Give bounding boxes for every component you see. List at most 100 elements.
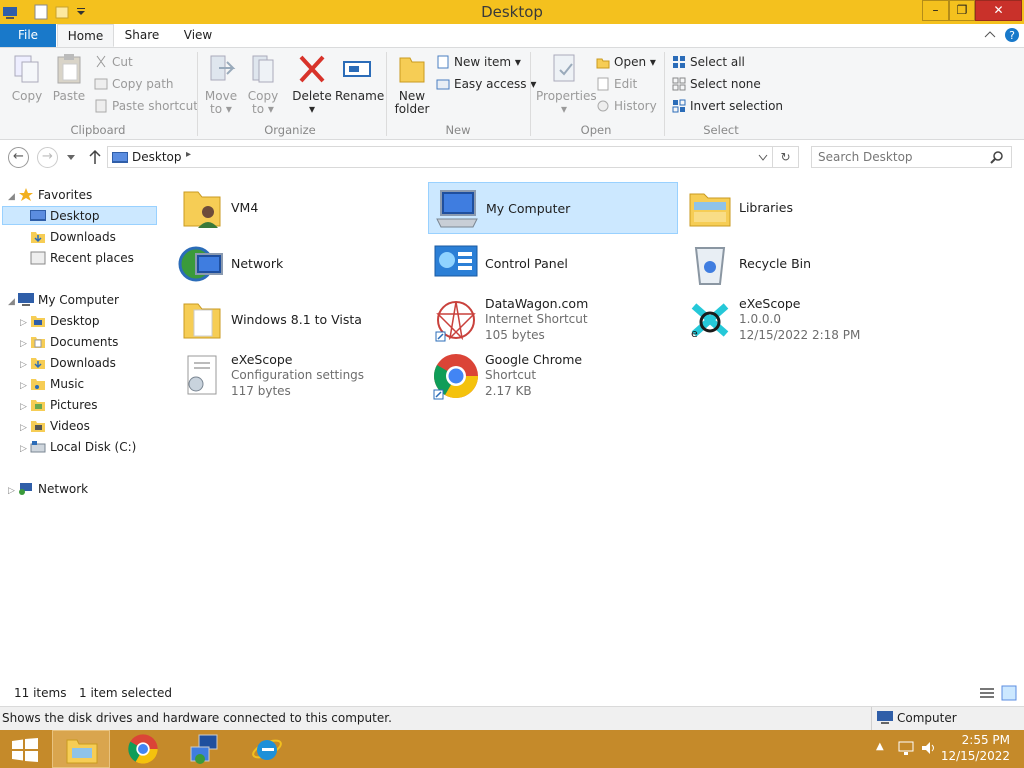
- search-icon[interactable]: [990, 151, 1004, 165]
- organize-group-label: Organize: [264, 123, 316, 137]
- delete-icon: [299, 55, 325, 83]
- info-divider: [871, 707, 872, 730]
- easy-access-button[interactable]: Easy access ▾: [436, 75, 536, 93]
- new-item-button[interactable]: New item ▾: [436, 53, 521, 71]
- taskbar-internet-explorer[interactable]: [238, 730, 296, 768]
- item-type: Internet Shortcut: [485, 312, 588, 326]
- invert-selection-button[interactable]: Invert selection: [672, 97, 783, 115]
- rename-button[interactable]: Rename: [335, 52, 384, 103]
- new-folder-icon: [399, 57, 425, 83]
- address-bar[interactable]: Desktop ▸: [107, 146, 773, 168]
- item-windows-81-to-vista[interactable]: Windows 8.1 to Vista: [174, 294, 424, 346]
- tree-favorites-downloads[interactable]: Downloads: [30, 228, 116, 247]
- breadcrumb-chevron-icon[interactable]: ▸: [186, 149, 191, 160]
- expand-icon[interactable]: ▷: [20, 419, 30, 438]
- up-arrow-icon[interactable]: [88, 149, 102, 165]
- tree-my-computer[interactable]: ◢ My Computer: [8, 291, 119, 310]
- history-icon: [597, 100, 609, 112]
- delete-button[interactable]: Delete ▾: [292, 52, 332, 116]
- item-exescope-config[interactable]: eXeScope Configuration settings 117 byte…: [174, 350, 424, 402]
- tree-pc-music[interactable]: ▷ Music: [20, 375, 84, 394]
- new-folder-button[interactable]: New folder: [391, 52, 433, 116]
- item-datawagon[interactable]: DataWagon.com Internet Shortcut 105 byte…: [428, 294, 678, 346]
- clock[interactable]: 2:55 PM 12/15/2022: [941, 732, 1010, 764]
- expand-icon[interactable]: ▷: [8, 482, 18, 501]
- back-button[interactable]: ←: [8, 147, 29, 168]
- rename-icon: [343, 61, 371, 77]
- expand-icon[interactable]: ▷: [20, 356, 30, 375]
- refresh-button[interactable]: ↻: [773, 146, 799, 168]
- tree-pc-downloads[interactable]: ▷ Downloads: [20, 354, 116, 373]
- expand-ribbon-icon[interactable]: [984, 30, 996, 40]
- search-input[interactable]: [811, 146, 1012, 168]
- minimize-button[interactable]: –: [922, 0, 949, 21]
- star-icon: [19, 188, 33, 201]
- computer-icon: [18, 293, 34, 306]
- tree-pc-desktop[interactable]: ▷ Desktop: [20, 312, 100, 331]
- open-button[interactable]: Open ▾: [596, 53, 656, 71]
- expand-icon[interactable]: ▷: [20, 398, 30, 417]
- select-none-button[interactable]: Select none: [672, 75, 761, 93]
- clipboard-group-label: Clipboard: [70, 123, 126, 137]
- tab-file[interactable]: File: [0, 24, 56, 47]
- tree-pc-local-disk[interactable]: ▷ Local Disk (C:): [20, 438, 136, 457]
- close-button[interactable]: ✕: [975, 0, 1022, 21]
- volume-icon[interactable]: [921, 740, 937, 756]
- collapse-icon[interactable]: ◢: [8, 293, 18, 312]
- item-vm4[interactable]: VM4: [174, 182, 424, 234]
- show-hidden-icons-icon[interactable]: ▲: [876, 741, 884, 752]
- properties-button[interactable]: Properties ▾: [536, 52, 597, 116]
- tab-home[interactable]: Home: [57, 24, 114, 47]
- tree-pc-videos[interactable]: ▷ Videos: [20, 417, 90, 436]
- expand-icon[interactable]: ▷: [20, 314, 30, 333]
- tab-share[interactable]: Share: [118, 24, 166, 47]
- taskbar-network-setup[interactable]: [176, 730, 234, 768]
- cut-button[interactable]: Cut: [94, 53, 133, 71]
- tree-favorites-recent-places[interactable]: Recent places: [30, 249, 134, 268]
- item-network[interactable]: Network: [174, 238, 424, 290]
- move-to-button[interactable]: Move to ▾: [203, 52, 239, 116]
- taskbar-chrome[interactable]: [114, 730, 172, 768]
- tree-network[interactable]: ▷ Network: [8, 480, 88, 499]
- collapse-icon[interactable]: ◢: [8, 188, 18, 207]
- paste-button[interactable]: Paste: [50, 52, 88, 103]
- network-icon: [19, 483, 32, 495]
- taskbar-file-explorer[interactable]: [52, 730, 110, 768]
- item-recycle-bin[interactable]: Recycle Bin: [682, 238, 932, 290]
- tree-pc-pictures[interactable]: ▷ Pictures: [20, 396, 98, 415]
- address-dropdown-icon[interactable]: [758, 154, 768, 162]
- help-icon[interactable]: ?: [1004, 27, 1020, 43]
- tree-favorites-desktop[interactable]: Desktop: [2, 206, 157, 225]
- item-libraries[interactable]: Libraries: [682, 182, 932, 234]
- item-my-computer[interactable]: My Computer: [428, 182, 678, 234]
- expand-icon[interactable]: ▷: [20, 440, 30, 459]
- copy-path-button[interactable]: Copy path: [94, 75, 174, 93]
- paste-shortcut-button[interactable]: Paste shortcut: [94, 97, 198, 115]
- network-tray-icon[interactable]: [898, 740, 914, 756]
- tab-view[interactable]: View: [176, 24, 220, 47]
- details-view-icon[interactable]: [979, 686, 995, 700]
- item-exescope-app[interactable]: e eXeScope 1.0.0.0 12/15/2022 2:18 PM: [682, 294, 932, 346]
- tree-pc-documents[interactable]: ▷ Documents: [20, 333, 118, 352]
- expand-icon[interactable]: ▷: [20, 335, 30, 354]
- item-name: eXeScope: [231, 352, 293, 367]
- restore-button[interactable]: ❐: [949, 0, 975, 21]
- copy-to-button[interactable]: Copy to ▾: [245, 52, 281, 116]
- item-google-chrome[interactable]: Google Chrome Shortcut 2.17 KB: [428, 350, 678, 402]
- windows-start-icon[interactable]: [12, 738, 38, 762]
- tree-favorites[interactable]: ◢ Favorites: [8, 186, 92, 205]
- large-icons-view-icon[interactable]: [1001, 685, 1017, 701]
- expand-icon[interactable]: ▷: [20, 377, 30, 396]
- new-group-label: New: [445, 123, 471, 137]
- recent-locations-icon[interactable]: [66, 154, 76, 162]
- item-name: Google Chrome: [485, 352, 583, 367]
- item-name: Control Panel: [485, 256, 568, 271]
- select-all-button[interactable]: Select all: [672, 53, 745, 71]
- copy-icon: [14, 55, 39, 83]
- item-control-panel[interactable]: Control Panel: [428, 238, 678, 290]
- copy-button[interactable]: Copy: [8, 52, 46, 103]
- history-button[interactable]: History: [596, 97, 657, 115]
- edit-button[interactable]: Edit: [596, 75, 637, 93]
- forward-button[interactable]: →: [37, 147, 58, 168]
- item-type: Configuration settings: [231, 368, 365, 382]
